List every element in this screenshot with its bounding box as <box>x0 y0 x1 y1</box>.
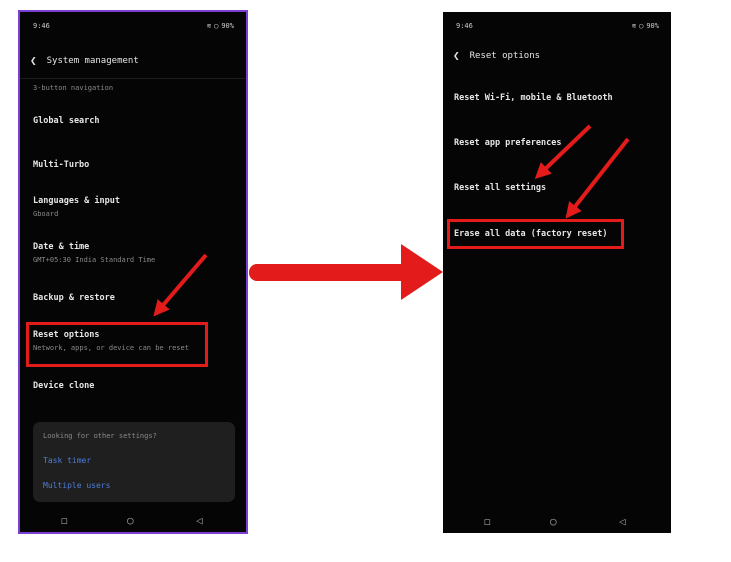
square-icon[interactable]: ◻ <box>61 514 68 527</box>
reset-item-app-preferences[interactable]: Reset app preferences <box>454 138 663 148</box>
status-icons: ≋ ◯ 90% <box>632 22 659 30</box>
circle-icon[interactable]: ○ <box>127 514 134 527</box>
status-time: 9:46 <box>33 22 50 30</box>
settings-item-device-clone[interactable]: Device clone <box>33 381 238 391</box>
status-icons: ≋ ◯ 90% <box>207 22 234 30</box>
battery-percent: 90% <box>221 22 234 30</box>
other-settings-card: Looking for other settings? Task timer M… <box>33 422 235 502</box>
reset-item-network[interactable]: Reset Wi-Fi, mobile & Bluetooth <box>454 93 663 103</box>
erase-data-highlight-box <box>447 219 624 249</box>
settings-item-languages-input[interactable]: Languages & input Gboard <box>33 196 238 218</box>
settings-item-global-search[interactable]: Global search <box>33 116 238 126</box>
screen-header: ❮ Reset options <box>453 49 540 62</box>
status-time: 9:46 <box>456 22 473 30</box>
reset-options-highlight-box <box>26 322 208 367</box>
page-title: System management <box>46 55 139 66</box>
wifi-icon: ≋ <box>631 22 637 30</box>
header-divider <box>20 78 246 79</box>
circle-icon[interactable]: ○ <box>550 515 557 528</box>
chevron-left-icon[interactable]: ❮ <box>453 49 460 62</box>
chevron-left-icon[interactable]: ❮ <box>30 54 37 67</box>
settings-item-date-time[interactable]: Date & time GMT+05:30 India Standard Tim… <box>33 242 238 264</box>
system-nav-bar: ◻ ○ ◁ <box>443 515 671 529</box>
triangle-back-icon[interactable]: ◁ <box>196 514 203 527</box>
wifi-icon: ≋ <box>206 22 212 30</box>
link-multiple-users[interactable]: Multiple users <box>43 481 110 490</box>
card-heading: Looking for other settings? <box>43 432 157 440</box>
reset-options-screen: 9:46 ≋ ◯ 90% ❮ Reset options Reset Wi-Fi… <box>443 12 671 533</box>
transition-arrow <box>249 244 443 300</box>
triangle-back-icon[interactable]: ◁ <box>619 515 626 528</box>
battery-icon: ◯ <box>639 22 644 30</box>
link-task-timer[interactable]: Task timer <box>43 456 91 465</box>
system-nav-bar: ◻ ○ ◁ <box>20 514 246 528</box>
battery-icon: ◯ <box>214 22 219 30</box>
screen-header: ❮ System management <box>30 54 139 67</box>
square-icon[interactable]: ◻ <box>484 515 491 528</box>
battery-percent: 90% <box>646 22 659 30</box>
navigation-mode-subtitle: 3-button navigation <box>33 84 114 92</box>
system-management-screen: 9:46 ≋ ◯ 90% ❮ System management 3-butto… <box>18 10 248 534</box>
reset-item-all-settings[interactable]: Reset all settings <box>454 183 663 193</box>
settings-item-multi-turbo[interactable]: Multi-Turbo <box>33 160 238 170</box>
settings-item-backup-restore[interactable]: Backup & restore <box>33 293 238 303</box>
page-title: Reset options <box>469 50 541 61</box>
